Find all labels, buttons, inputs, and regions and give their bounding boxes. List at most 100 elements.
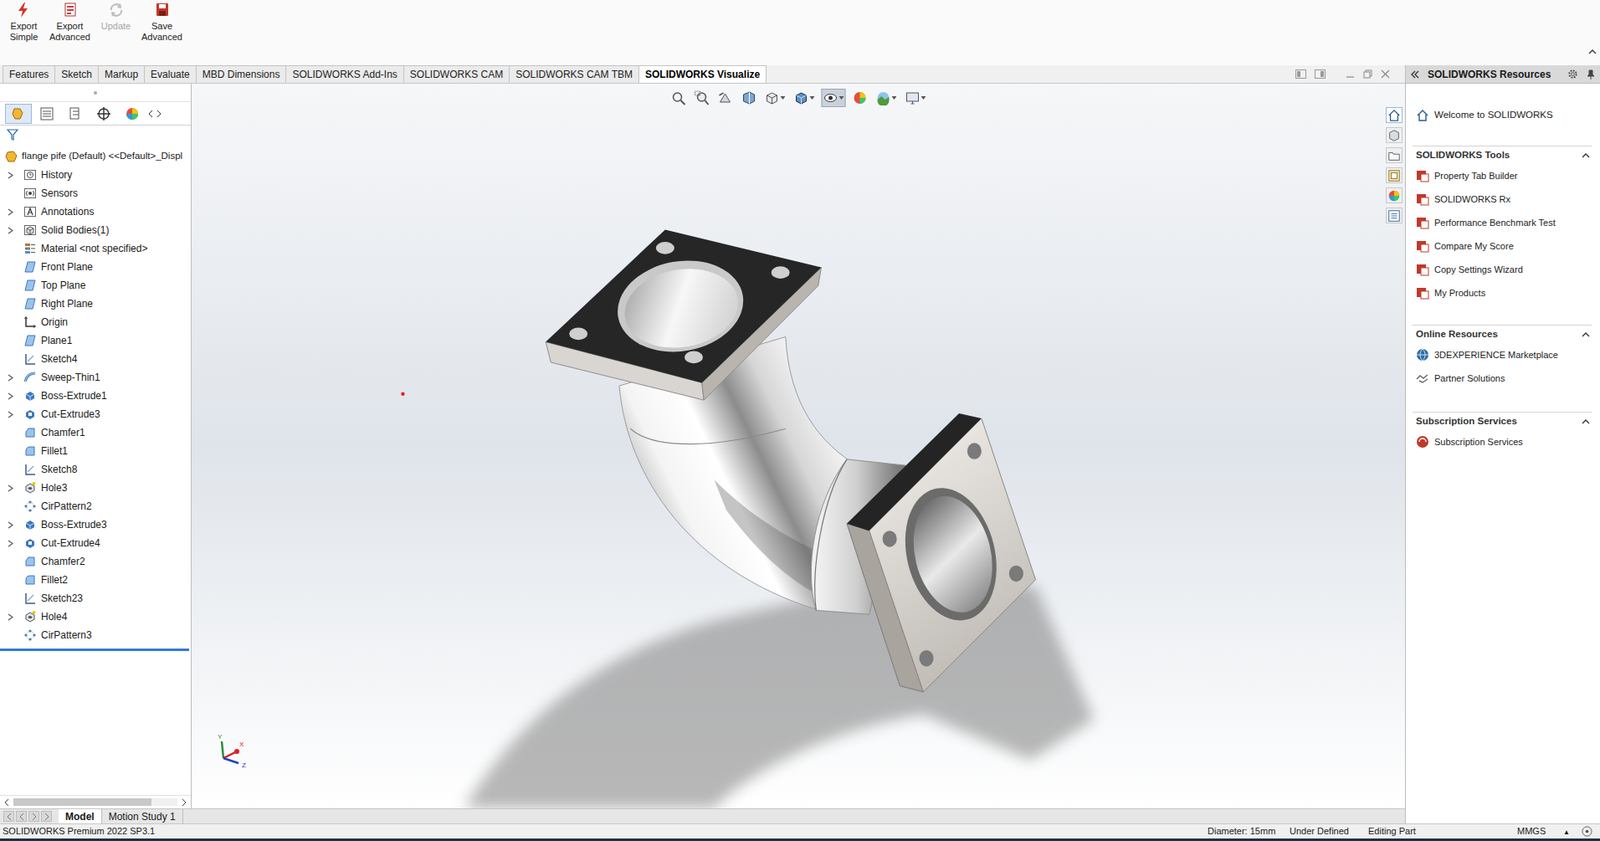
bottom-tab[interactable]: Model xyxy=(58,809,103,824)
command-tab-label[interactable]: SOLIDWORKS CAM xyxy=(410,66,503,83)
tree-item-label[interactable]: Cut-Extrude4 xyxy=(41,535,101,551)
welcome-link[interactable]: Welcome to SOLIDWORKS xyxy=(1415,105,1592,126)
command-tab[interactable]: Evaluate xyxy=(143,65,197,83)
tree-item-label[interactable]: Sensors xyxy=(41,185,78,201)
command-tab[interactable]: SOLIDWORKS Visualize xyxy=(638,65,767,83)
resource-link-label[interactable]: Compare My Score xyxy=(1434,239,1514,254)
section-header[interactable]: Subscription Services xyxy=(1412,411,1592,431)
dropdown-arrow-icon[interactable] xyxy=(921,96,927,100)
unit-system[interactable]: MMGS xyxy=(1517,825,1546,836)
expand-toggle[interactable] xyxy=(4,445,16,457)
edit-appearance-icon[interactable] xyxy=(852,90,868,106)
tree-item[interactable]: Right Plane xyxy=(0,294,191,313)
tree-item[interactable]: Sketch4 xyxy=(0,349,191,369)
dropdown-arrow-icon[interactable] xyxy=(892,96,898,100)
expand-toggle[interactable] xyxy=(4,408,16,421)
graphics-area[interactable]: YXZ xyxy=(191,83,1406,809)
ribbon-button-label[interactable]: Update xyxy=(101,20,131,32)
options-gear-icon[interactable] xyxy=(1567,68,1579,80)
expand-toggle[interactable] xyxy=(4,610,16,623)
command-tab-label[interactable]: Features xyxy=(9,66,49,83)
tree-item[interactable]: Chamfer1 xyxy=(0,423,191,442)
first-tab-arrow-icon[interactable] xyxy=(5,812,13,821)
tree-item[interactable]: Chamfer2 xyxy=(0,552,191,571)
section-title[interactable]: Subscription Services xyxy=(1415,414,1582,429)
configuration-tab-icon[interactable] xyxy=(67,106,83,122)
expand-toggle[interactable] xyxy=(4,334,16,347)
collapse-ribbon-icon[interactable] xyxy=(1588,48,1597,56)
ribbon-button-label[interactable]: Advanced xyxy=(141,31,183,43)
bottom-tab-label[interactable]: Motion Study 1 xyxy=(108,809,176,825)
command-tab[interactable]: SOLIDWORKS CAM TBM xyxy=(508,65,640,83)
zoom-to-area-icon[interactable] xyxy=(694,90,710,106)
resource-link[interactable]: Property Tab Builder xyxy=(1415,164,1592,188)
tree-item-label[interactable]: CirPattern2 xyxy=(41,498,93,514)
tree-item[interactable]: Front Plane xyxy=(0,257,191,277)
tree-item-label[interactable]: Hole3 xyxy=(41,480,67,496)
task-pane-tab[interactable] xyxy=(1385,147,1403,164)
tree-item-label[interactable]: Solid Bodies(1) xyxy=(41,222,109,238)
task-pane-tab[interactable] xyxy=(1385,187,1403,204)
expand-arrow-icon[interactable] xyxy=(7,171,14,180)
tree-item[interactable]: Boss-Extrude1 xyxy=(0,386,191,406)
display-style-icon[interactable] xyxy=(794,90,810,106)
ribbon-button-label[interactable]: Advanced xyxy=(49,31,91,43)
tree-item-label[interactable]: Fillet1 xyxy=(41,443,68,459)
tree-item-label[interactable]: Right Plane xyxy=(41,296,93,312)
heads-up-button[interactable] xyxy=(692,88,712,108)
heads-up-button[interactable] xyxy=(669,88,688,108)
expand-toggle[interactable] xyxy=(4,224,16,236)
tabs-scroll-left-icon[interactable] xyxy=(147,109,154,118)
close-icon[interactable] xyxy=(1380,69,1390,79)
ribbon-button-label[interactable]: Export xyxy=(56,20,84,32)
expand-toggle[interactable] xyxy=(4,574,16,586)
tile-right-icon[interactable] xyxy=(1314,69,1326,79)
command-tab[interactable]: SOLIDWORKS CAM xyxy=(403,65,510,83)
expand-toggle[interactable] xyxy=(4,242,16,255)
expand-arrow-icon[interactable] xyxy=(7,374,14,382)
collapse-pane-icon[interactable] xyxy=(1410,70,1420,79)
expand-toggle[interactable] xyxy=(4,426,16,439)
expand-arrow-icon[interactable] xyxy=(7,410,14,419)
section-header[interactable]: Online Resources xyxy=(1412,324,1592,344)
expand-arrow-icon[interactable] xyxy=(7,539,14,548)
tree-root[interactable]: flange pife (Default) <<Default>_Displ xyxy=(0,147,191,166)
resource-link-label[interactable]: My Products xyxy=(1434,286,1486,301)
pin-icon[interactable] xyxy=(1586,69,1595,80)
command-tab[interactable]: MBD Dimensions xyxy=(195,65,288,83)
tree-item[interactable]: History xyxy=(0,165,191,185)
tree-item-label[interactable]: Fillet2 xyxy=(41,572,68,588)
resource-link-label[interactable]: Subscription Services xyxy=(1434,435,1524,450)
resource-link-label[interactable]: Property Tab Builder xyxy=(1434,169,1518,184)
resource-link-label[interactable]: Partner Solutions xyxy=(1434,371,1505,386)
expand-toggle[interactable] xyxy=(4,353,16,365)
tree-item[interactable]: Origin xyxy=(0,312,191,332)
heads-up-button[interactable] xyxy=(903,88,929,108)
tree-item-label[interactable]: Sweep-Thin1 xyxy=(41,369,101,385)
tree-item[interactable]: Sketch23 xyxy=(0,589,191,608)
collapse-chevron-icon[interactable] xyxy=(1581,331,1590,338)
ribbon-button-label[interactable]: Save xyxy=(151,20,173,32)
ribbon-button[interactable]: ExportAdvanced xyxy=(46,1,93,43)
command-tab[interactable]: Sketch xyxy=(54,65,99,83)
expand-arrow-icon[interactable] xyxy=(7,521,14,529)
expand-toggle[interactable] xyxy=(4,316,16,329)
ribbon-button-label[interactable]: Simple xyxy=(10,31,39,43)
next-tab-arrow-icon[interactable] xyxy=(30,812,38,821)
section-title[interactable]: SOLIDWORKS Tools xyxy=(1415,148,1582,163)
scroll-left-icon[interactable] xyxy=(3,798,11,807)
expand-toggle[interactable] xyxy=(4,518,16,531)
expand-arrow-icon[interactable] xyxy=(7,208,14,216)
collapse-chevron-icon[interactable] xyxy=(1581,152,1590,159)
restore-icon[interactable] xyxy=(1363,69,1373,79)
dropdown-arrow-icon[interactable] xyxy=(780,96,786,100)
custom-properties-icon[interactable] xyxy=(1387,209,1401,223)
tree-item-label[interactable]: Annotations xyxy=(41,204,94,220)
tree-item-label[interactable]: Hole4 xyxy=(41,609,67,625)
tree-item[interactable]: CirPattern2 xyxy=(0,497,191,516)
command-tab-label[interactable]: Markup xyxy=(104,66,139,83)
expand-toggle[interactable] xyxy=(4,629,16,642)
tree-item-label[interactable]: Origin xyxy=(41,314,68,330)
task-pane-tab[interactable] xyxy=(1385,207,1403,224)
scroll-right-icon[interactable] xyxy=(180,798,188,807)
